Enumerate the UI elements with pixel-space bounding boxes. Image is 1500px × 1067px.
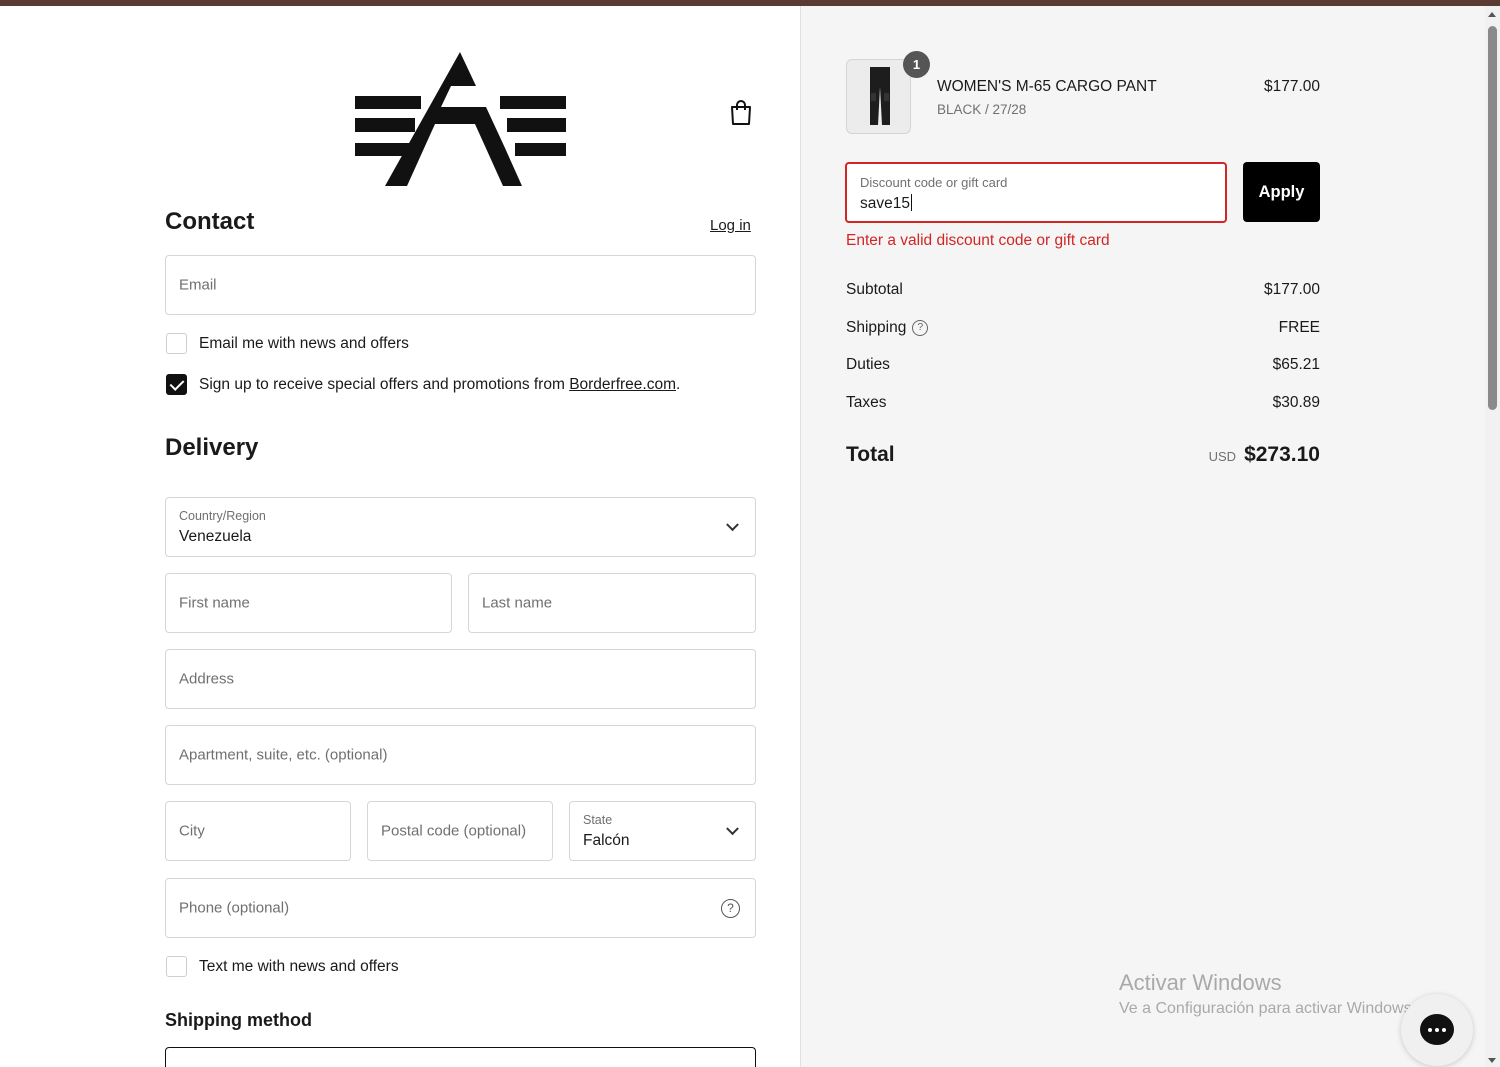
borderfree-link[interactable]: Borderfree.com [569, 376, 676, 393]
chat-button[interactable] [1401, 994, 1473, 1066]
discount-error-message: Enter a valid discount code or gift card [846, 232, 1110, 249]
postal-code-placeholder: Postal code (optional) [381, 822, 527, 840]
country-select[interactable]: Country/Region Venezuela [165, 497, 756, 557]
discount-code-label: Discount code or gift card [860, 175, 1008, 190]
city-placeholder: City [179, 822, 205, 840]
total-value: $273.10 [1244, 443, 1320, 466]
phone-placeholder: Phone (optional) [179, 899, 290, 917]
state-select[interactable]: State Falcón [569, 801, 756, 861]
last-name-field[interactable]: Last name [468, 573, 756, 633]
discount-code-input[interactable]: Discount code or gift card save15 [845, 162, 1227, 223]
scroll-down-arrow-icon[interactable] [1488, 1058, 1496, 1063]
phone-field[interactable]: Phone (optional) ? [165, 878, 756, 938]
delivery-heading: Delivery [165, 434, 259, 461]
total-row: Total USD $273.10 [846, 443, 1320, 467]
apply-discount-button[interactable]: Apply [1243, 162, 1320, 222]
email-news-checkbox[interactable] [166, 333, 187, 354]
shipping-label: Shipping [846, 319, 907, 336]
question-circle-icon[interactable]: ? [912, 320, 929, 336]
apartment-field[interactable]: Apartment, suite, etc. (optional) [165, 725, 756, 785]
last-name-placeholder: Last name [482, 594, 553, 612]
country-label: Country/Region [179, 509, 266, 523]
text-news-label: Text me with news and offers [199, 957, 399, 975]
cargo-pant-image [870, 67, 890, 125]
login-link[interactable]: Log in [710, 217, 751, 234]
first-name-field[interactable]: First name [165, 573, 452, 633]
quantity-badge: 1 [903, 51, 930, 78]
scrollbar-thumb[interactable] [1488, 26, 1497, 410]
taxes-label: Taxes [846, 394, 887, 411]
subtotal-label: Subtotal [846, 281, 903, 298]
subtotal-value: $177.00 [1263, 281, 1320, 298]
duties-label: Duties [846, 356, 890, 373]
chevron-down-icon [726, 518, 739, 532]
state-value: Falcón [583, 832, 630, 849]
page-scrollbar[interactable] [1485, 6, 1500, 1067]
total-label: Total [846, 443, 895, 466]
question-circle-icon[interactable]: ? [721, 899, 740, 918]
windows-activation-title: Activar Windows [1119, 970, 1282, 995]
windows-activation-subtitle: Ve a Configuración para activar Windows. [1119, 1000, 1417, 1017]
total-currency: USD [1208, 449, 1237, 464]
discount-code-value: save15 [860, 194, 912, 212]
subtotal-row: Subtotal $177.00 [846, 281, 1320, 299]
product-thumbnail [846, 59, 911, 134]
contact-heading: Contact [165, 208, 255, 235]
product-price: $177.00 [1263, 78, 1320, 95]
borderfree-signup-checkbox[interactable] [166, 374, 187, 395]
apartment-placeholder: Apartment, suite, etc. (optional) [179, 746, 388, 764]
email-field[interactable]: Email [165, 255, 756, 315]
borderfree-signup-label: Sign up to receive special offers and pr… [199, 375, 681, 393]
city-field[interactable]: City [165, 801, 351, 861]
email-news-row[interactable]: Email me with news and offers [166, 333, 409, 354]
product-name: WOMEN'S M-65 CARGO PANT [937, 78, 1157, 95]
shopping-bag-icon[interactable] [728, 98, 754, 126]
alpha-industries-logo[interactable] [355, 46, 566, 186]
postal-code-field[interactable]: Postal code (optional) [367, 801, 553, 861]
scroll-up-arrow-icon[interactable] [1488, 12, 1496, 17]
taxes-row: Taxes $30.89 [846, 394, 1320, 412]
text-news-checkbox[interactable] [166, 956, 187, 977]
shipping-method-box[interactable] [165, 1047, 756, 1067]
duties-row: Duties $65.21 [846, 356, 1320, 374]
first-name-placeholder: First name [179, 594, 250, 612]
chevron-down-icon [726, 822, 739, 836]
borderfree-signup-row[interactable]: Sign up to receive special offers and pr… [166, 374, 680, 395]
state-label: State [583, 813, 613, 827]
address-placeholder: Address [179, 670, 235, 688]
shipping-method-heading: Shipping method [165, 1010, 312, 1030]
product-variant: BLACK / 27/28 [937, 102, 1027, 117]
taxes-value: $30.89 [1272, 394, 1320, 411]
text-news-row[interactable]: Text me with news and offers [166, 956, 399, 977]
shipping-value: FREE [1278, 319, 1320, 336]
country-value: Venezuela [179, 528, 252, 545]
email-news-label: Email me with news and offers [199, 334, 409, 352]
email-placeholder: Email [179, 276, 217, 294]
duties-value: $65.21 [1272, 356, 1320, 373]
shipping-row: Shipping? FREE [846, 319, 1320, 337]
address-field[interactable]: Address [165, 649, 756, 709]
chat-icon [1420, 1014, 1454, 1045]
